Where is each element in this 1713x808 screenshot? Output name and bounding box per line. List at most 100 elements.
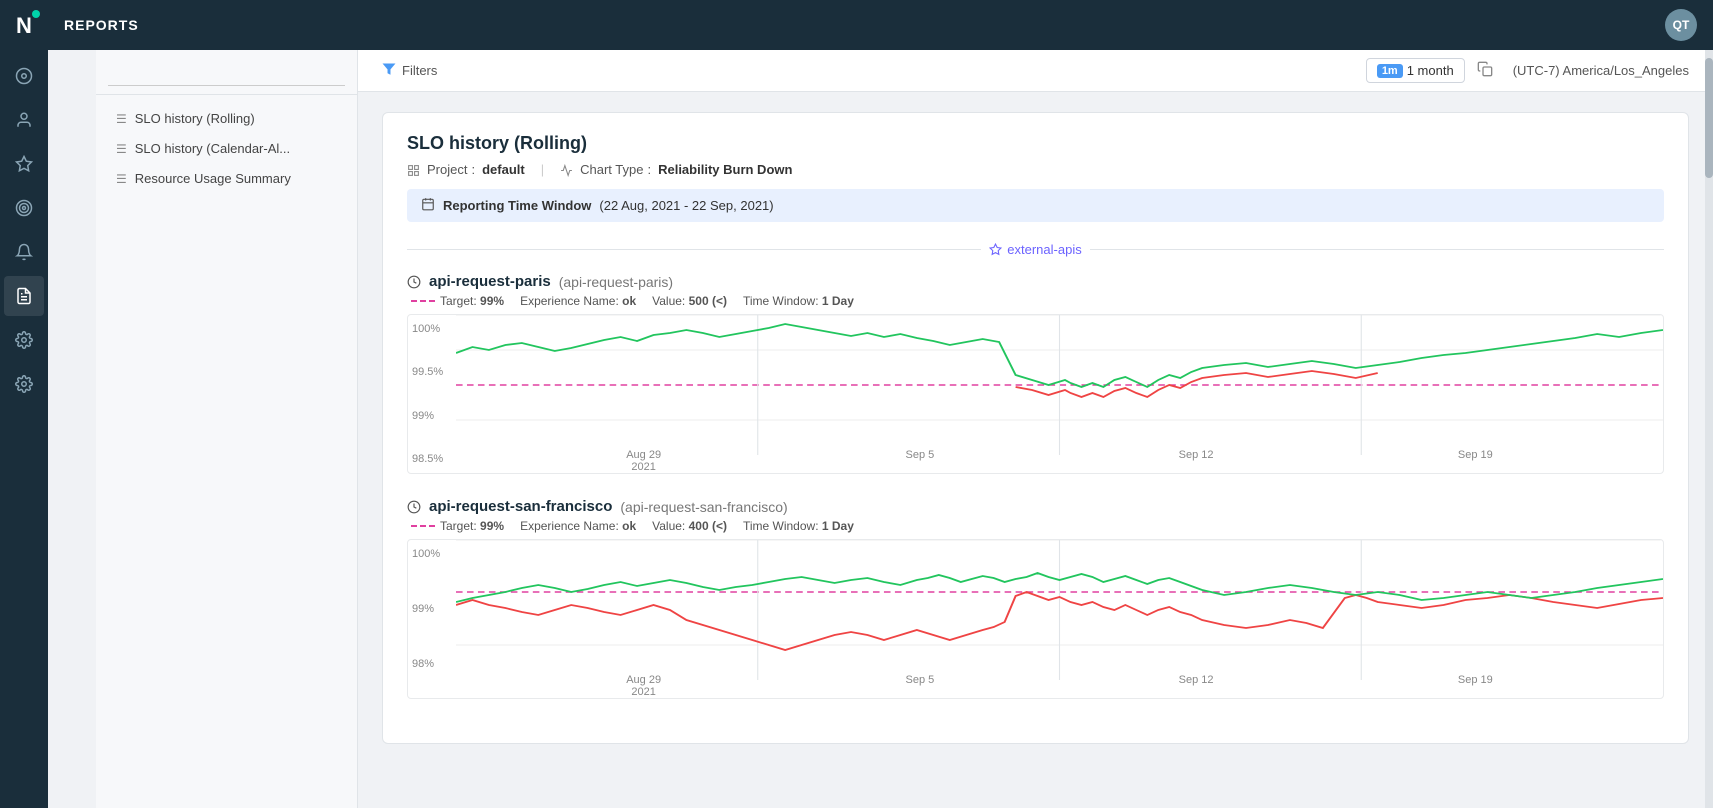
- x-label-sep5-sf: Sep 5: [905, 674, 934, 698]
- sidebar-item-slo-rolling[interactable]: ☰ SLO history (Rolling): [100, 104, 353, 133]
- filter-button[interactable]: Filters: [374, 58, 445, 83]
- nav-icon-alerts[interactable]: [4, 232, 44, 272]
- chart-type-icon: [560, 162, 573, 177]
- chart-sf: 100% 99% 98%: [407, 539, 1664, 699]
- slo-sub-paris: (api-request-paris): [559, 274, 673, 290]
- main-area: Filters 1m 1 month (UTC-7) America/Los_A…: [358, 50, 1713, 808]
- time-window-value: (22 Aug, 2021 - 22 Sep, 2021): [599, 198, 773, 213]
- app-logo: N: [6, 8, 42, 44]
- y-label-99: 99%: [412, 410, 452, 422]
- x-label-aug29: Aug 292021: [626, 449, 661, 473]
- slo-section-paris: api-request-paris (api-request-paris) Ta…: [407, 273, 1664, 474]
- x-label-sep5: Sep 5: [905, 449, 934, 473]
- sidebar-item-label-resource-usage: Resource Usage Summary: [135, 171, 291, 186]
- project-value: default: [482, 162, 525, 177]
- sidebar-item-label-slo-rolling: SLO history (Rolling): [135, 111, 255, 126]
- target-label: Target: 99%: [440, 294, 504, 308]
- nav-icon-reports[interactable]: [4, 276, 44, 316]
- user-avatar[interactable]: QT: [1665, 9, 1697, 41]
- nav-icon-overview[interactable]: [4, 56, 44, 96]
- sidebar-search-container: [96, 50, 357, 95]
- slo-sub-sf: (api-request-san-francisco): [620, 499, 787, 515]
- target-line-sf: Target: 99%: [411, 519, 504, 533]
- copy-icon[interactable]: [1477, 61, 1493, 80]
- value-label-sf: Value: 400 (<): [652, 519, 727, 533]
- sidebar: ☰ SLO history (Rolling) ☰ SLO history (C…: [96, 50, 358, 808]
- slo-calendar-icon: ☰: [116, 142, 127, 156]
- target-label-sf: Target: 99%: [440, 519, 504, 533]
- nav-icon-settings1[interactable]: [4, 320, 44, 360]
- x-label-sep19: Sep 19: [1458, 449, 1493, 473]
- left-navigation: N: [0, 0, 48, 808]
- target-line: Target: 99%: [411, 294, 504, 308]
- time-badge: 1m: [1377, 64, 1403, 78]
- scrollbar-thumb[interactable]: [1705, 58, 1713, 178]
- project-meta: Project : default: [407, 162, 525, 177]
- y-label-100-sf: 100%: [412, 548, 452, 560]
- logo-letter: N: [16, 15, 32, 37]
- slo-name-paris: api-request-paris: [429, 273, 551, 290]
- top-bar: REPORTS QT: [48, 0, 1713, 50]
- time-label: 1 month: [1407, 63, 1454, 78]
- report-title: SLO history (Rolling): [407, 133, 1664, 154]
- section-divider-external-apis: external-apis: [407, 242, 1664, 257]
- slo-header-paris: api-request-paris (api-request-paris): [407, 273, 1664, 290]
- time-window-bar: Reporting Time Window (22 Aug, 2021 - 22…: [407, 189, 1664, 222]
- x-label-sep19-sf: Sep 19: [1458, 674, 1493, 698]
- time-window-label-sf: Time Window: 1 Day: [743, 519, 854, 533]
- y-label-995: 99.5%: [412, 366, 452, 378]
- chart-type-label: Chart Type: [580, 162, 643, 177]
- time-window-label: Reporting Time Window: [443, 198, 591, 213]
- slo-header-sf: api-request-san-francisco (api-request-s…: [407, 498, 1664, 515]
- sidebar-item-slo-calendar[interactable]: ☰ SLO history (Calendar-Al...: [100, 134, 353, 163]
- time-window-label-paris: Time Window: 1 Day: [743, 294, 854, 308]
- app-title: REPORTS: [64, 17, 139, 33]
- slo-rolling-icon: ☰: [116, 112, 127, 126]
- project-label: [407, 162, 423, 177]
- chart-type-meta: Chart Type : Reliability Burn Down: [560, 162, 792, 177]
- y-label-985: 98.5%: [412, 453, 452, 465]
- chart-x-labels-sf: Aug 292021 Sep 5 Sep 12 Sep 19: [456, 672, 1663, 698]
- logo-dot: [32, 10, 40, 18]
- scrollbar-track: [1705, 50, 1713, 808]
- section-label-text: external-apis: [1007, 242, 1081, 257]
- slo-section-sf: api-request-san-francisco (api-request-s…: [407, 498, 1664, 699]
- search-input[interactable]: [108, 62, 345, 86]
- calendar-icon: [421, 197, 435, 214]
- target-dashed-line-sf: [411, 525, 435, 527]
- slo-name-sf: api-request-san-francisco: [429, 498, 612, 515]
- sidebar-list: ☰ SLO history (Rolling) ☰ SLO history (C…: [96, 95, 357, 808]
- filter-label: Filters: [402, 63, 437, 78]
- report-meta: Project : default | Chart Type : Reliabi…: [407, 162, 1664, 177]
- chart-x-labels-paris: Aug 292021 Sep 5 Sep 12 Sep 19: [456, 447, 1663, 473]
- nav-icon-integrations[interactable]: [4, 144, 44, 184]
- filter-icon: [382, 62, 396, 79]
- y-label-98-sf: 98%: [412, 658, 452, 670]
- sidebar-item-label-slo-calendar: SLO history (Calendar-Al...: [135, 141, 290, 156]
- time-selector[interactable]: 1m 1 month: [1366, 58, 1465, 83]
- meta-separator: |: [541, 162, 544, 177]
- experience-name-label-sf: Experience Name: ok: [520, 519, 636, 533]
- nav-icon-settings2[interactable]: [4, 364, 44, 404]
- resource-usage-icon: ☰: [116, 172, 127, 186]
- main-content: SLO history (Rolling) Project : default …: [358, 92, 1713, 808]
- x-label-sep12-sf: Sep 12: [1179, 674, 1214, 698]
- y-label-100: 100%: [412, 323, 452, 335]
- chart-y-labels-paris: 100% 99.5% 99% 98.5%: [408, 315, 456, 473]
- sidebar-item-resource-usage[interactable]: ☰ Resource Usage Summary: [100, 164, 353, 193]
- timezone-label: (UTC-7) America/Los_Angeles: [1505, 59, 1697, 82]
- x-label-aug29-sf: Aug 292021: [626, 674, 661, 698]
- chart-paris: 100% 99.5% 99% 98.5%: [407, 314, 1664, 474]
- toolbar: Filters 1m 1 month (UTC-7) America/Los_A…: [358, 50, 1713, 92]
- experience-name-label: Experience Name: ok: [520, 294, 636, 308]
- y-label-99-sf: 99%: [412, 603, 452, 615]
- nav-icon-users[interactable]: [4, 100, 44, 140]
- report-card: SLO history (Rolling) Project : default …: [382, 112, 1689, 744]
- x-label-sep12: Sep 12: [1179, 449, 1214, 473]
- chart-y-labels-sf: 100% 99% 98%: [408, 540, 456, 678]
- nav-icon-targets[interactable]: [4, 188, 44, 228]
- section-label: external-apis: [989, 242, 1081, 257]
- slo-target-bar-sf: Target: 99% Experience Name: ok Value: 4…: [407, 519, 1664, 533]
- target-dashed-line: [411, 300, 435, 302]
- slo-target-bar-paris: Target: 99% Experience Name: ok Value: 5…: [407, 294, 1664, 308]
